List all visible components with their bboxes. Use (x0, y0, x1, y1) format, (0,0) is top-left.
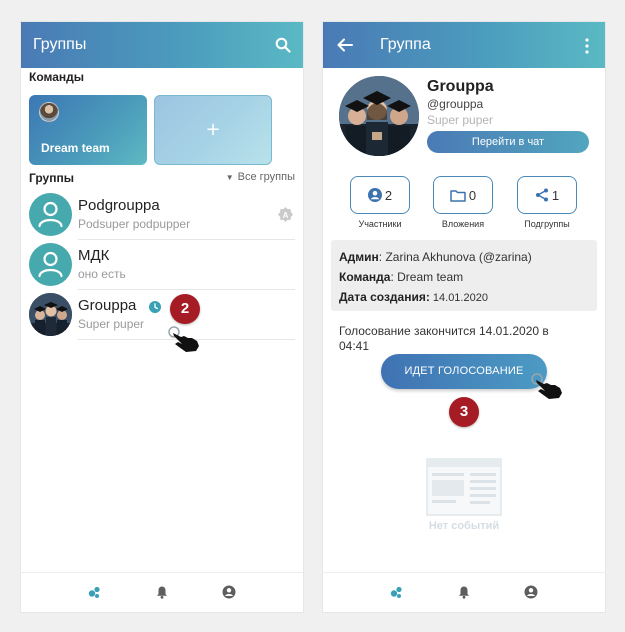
group-subtitle: оно есть (78, 267, 126, 281)
groups-section-label: Группы (29, 171, 74, 185)
svg-text:A: A (283, 211, 289, 220)
group-name: Grouppa (78, 297, 137, 314)
team-card-dream-team[interactable]: Dream team (29, 95, 147, 165)
teams-section-label: Команды (29, 70, 85, 84)
search-icon[interactable] (275, 37, 291, 53)
created-label: Дата создания: (339, 290, 430, 304)
group-info-box: Админ: Zarina Akhunova (@zarina) Команда… (331, 240, 597, 311)
avatar (29, 193, 72, 236)
profile-icon[interactable] (524, 585, 538, 599)
plus-icon: + (205, 119, 221, 140)
bell-icon[interactable] (457, 585, 471, 599)
page-title: Группы (33, 36, 87, 53)
step-badge: 3 (449, 397, 479, 427)
created-row: Дата создания: 14.01.2020 (339, 290, 488, 304)
page-title: Группа (380, 36, 431, 53)
admin-row: Админ: Zarina Akhunova (@zarina) (339, 250, 532, 264)
profile-icon[interactable] (222, 585, 236, 599)
team-avatar (39, 102, 59, 122)
all-groups-label: Все группы (237, 171, 295, 183)
app-bar: Группы (21, 22, 303, 68)
graduates-photo (339, 76, 419, 156)
group-name: МДК (78, 247, 110, 264)
list-item-grouppa[interactable]: Grouppa Super puper (21, 290, 303, 340)
person-icon (38, 201, 63, 228)
subgroups-count: 1 (551, 187, 560, 203)
team-value: : Dream team (390, 270, 464, 284)
admin-label: Админ (339, 250, 379, 264)
attachments-label: Вложения (441, 219, 485, 229)
group-subtitle: Podsuper podpupper (78, 217, 191, 231)
attachments-count: 0 (468, 187, 477, 203)
members-count: 2 (384, 187, 393, 203)
caret-down-icon: ▼ (225, 173, 234, 182)
person-icon (367, 188, 382, 202)
bottom-nav (323, 572, 605, 612)
created-value: 14.01.2020 (429, 292, 488, 304)
vote-end-text: Голосование закончится 14.01.2020 в 04:4… (339, 324, 549, 353)
admin-badge-icon: A (278, 207, 293, 222)
groups-nav-icon[interactable] (87, 585, 101, 599)
hand-pointer-icon (168, 326, 199, 352)
app-bar: Группа (323, 22, 605, 68)
groups-nav-icon[interactable] (389, 585, 403, 599)
step-badge: 2 (170, 294, 200, 324)
clock-icon (149, 301, 161, 313)
empty-state-text: Нет событий (428, 520, 500, 532)
all-groups-dropdown[interactable]: ▼ Все группы (226, 171, 295, 183)
list-item-mdk[interactable]: МДК оно есть (21, 240, 303, 290)
graduates-photo (29, 293, 72, 336)
bell-icon[interactable] (155, 585, 169, 599)
empty-events-illustration (426, 458, 502, 516)
more-vertical-icon[interactable] (584, 38, 590, 54)
team-label: Команда (339, 270, 391, 284)
subgroups-label: Подгруппы (524, 219, 570, 229)
bottom-nav (21, 572, 303, 612)
folder-icon (450, 189, 466, 202)
subgroups-stat-button[interactable]: 1 (517, 176, 577, 214)
group-title: Grouppa (427, 78, 494, 95)
team-row: Команда: Dream team (339, 270, 463, 284)
add-team-button[interactable]: + (154, 95, 272, 165)
group-photo (339, 76, 419, 156)
hand-pointer-icon (531, 373, 562, 399)
attachments-stat-button[interactable]: 0 (433, 176, 493, 214)
group-handle: @grouppa (427, 97, 484, 111)
group-avatar-photo (29, 293, 72, 336)
voting-in-progress-button[interactable]: ИДЕТ ГОЛОСОВАНИЕ (381, 354, 547, 389)
group-name: Podgrouppa (78, 197, 160, 214)
members-stat-button[interactable]: 2 (350, 176, 410, 214)
members-label: Участники (358, 219, 402, 229)
list-item-podgrouppa[interactable]: Podgrouppa Podsuper podpupper A (21, 190, 303, 240)
group-subtitle: Super puper (78, 317, 145, 331)
groups-screen: Группы Команды Dream team + Группы ▼ Все … (21, 22, 303, 612)
team-card-label: Dream team (41, 141, 110, 155)
go-to-chat-button[interactable]: Перейти в чат (427, 131, 589, 153)
person-icon (38, 251, 63, 278)
group-details-screen: Группа Grouppa @grouppa Super puper Пере… (323, 22, 605, 612)
arrow-back-icon[interactable] (337, 38, 353, 52)
group-description: Super puper (427, 113, 494, 127)
avatar (29, 243, 72, 286)
admin-value: : Zarina Akhunova (@zarina) (378, 250, 532, 264)
share-icon (535, 188, 548, 202)
